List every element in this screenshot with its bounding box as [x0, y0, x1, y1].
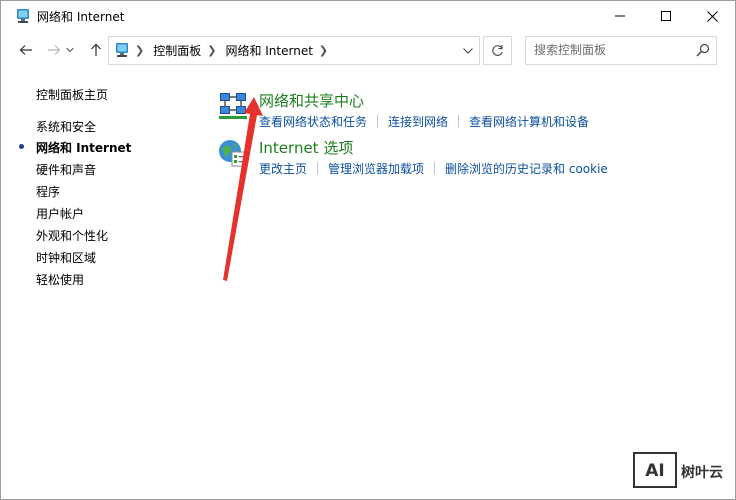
- category-links: 更改主页 管理浏览器加载项 删除浏览的历史记录和 cookie: [259, 160, 608, 177]
- refresh-button[interactable]: [483, 36, 512, 65]
- arrow-up-icon: [91, 43, 101, 56]
- watermark: AI 树叶云: [633, 452, 733, 490]
- arrow-left-icon: [19, 45, 32, 55]
- refresh-icon: [492, 45, 503, 56]
- sidebar-item-programs[interactable]: 程序: [36, 183, 60, 200]
- watermark-logo: AI: [633, 452, 677, 488]
- chevron-down-icon: [463, 47, 473, 54]
- minimize-button[interactable]: [597, 1, 643, 31]
- breadcrumb-item-control-panel[interactable]: 控制面板: [153, 42, 201, 59]
- link-delete-browsing-history[interactable]: 删除浏览的历史记录和 cookie: [445, 160, 608, 177]
- control-panel-icon: [17, 9, 29, 23]
- navigation-bar: ❯ 控制面板 ❯ 网络和 Internet ❯: [1, 35, 735, 65]
- address-dropdown-button[interactable]: [457, 37, 479, 64]
- sidebar-item-ease-of-access[interactable]: 轻松使用: [36, 271, 84, 288]
- category-links: 查看网络状态和任务 连接到网络 查看网络计算机和设备: [259, 113, 589, 130]
- back-button[interactable]: [15, 39, 37, 61]
- active-item-bullet: [19, 144, 24, 149]
- up-button[interactable]: [85, 39, 107, 61]
- link-change-homepage[interactable]: 更改主页: [259, 160, 307, 177]
- breadcrumb-chevron-icon[interactable]: ❯: [319, 44, 328, 57]
- category-title-network-sharing-center[interactable]: 网络和共享中心: [259, 90, 364, 111]
- window-title: 网络和 Internet: [37, 10, 125, 24]
- close-button[interactable]: [689, 1, 735, 31]
- watermark-text: 树叶云: [681, 465, 723, 481]
- arrow-right-icon: [48, 45, 61, 55]
- breadcrumb: ❯ 控制面板 ❯ 网络和 Internet ❯: [135, 37, 337, 64]
- control-panel-icon: [116, 43, 128, 57]
- maximize-button[interactable]: [643, 1, 689, 31]
- address-bar[interactable]: ❯ 控制面板 ❯ 网络和 Internet ❯: [108, 36, 480, 65]
- internet-options-icon: [219, 140, 247, 167]
- recent-locations-button[interactable]: [63, 39, 77, 61]
- chevron-down-icon: [66, 47, 74, 53]
- close-icon: [706, 10, 718, 22]
- watermark-logo-text: AI: [645, 461, 664, 481]
- search-box[interactable]: [525, 36, 717, 65]
- link-connect-to-network[interactable]: 连接到网络: [388, 113, 448, 130]
- sidebar-item-hardware-sound[interactable]: 硬件和声音: [36, 161, 96, 178]
- search-icon[interactable]: [696, 43, 710, 57]
- sidebar-item-user-accounts[interactable]: 用户帐户: [36, 205, 84, 222]
- forward-button[interactable]: [43, 39, 65, 61]
- link-manage-addons[interactable]: 管理浏览器加载项: [328, 160, 424, 177]
- link-divider: [317, 162, 319, 175]
- minimize-icon: [615, 15, 625, 17]
- link-divider: [434, 162, 436, 175]
- sidebar-item-control-panel-home[interactable]: 控制面板主页: [36, 86, 108, 103]
- link-view-network-status[interactable]: 查看网络状态和任务: [259, 113, 367, 130]
- maximize-icon: [661, 11, 671, 21]
- link-divider: [377, 115, 379, 128]
- sidebar-item-clock-region[interactable]: 时钟和区域: [36, 249, 96, 266]
- network-sharing-center-icon: [219, 93, 247, 119]
- breadcrumb-item-network-internet[interactable]: 网络和 Internet: [225, 42, 312, 59]
- search-input[interactable]: [534, 42, 684, 58]
- link-divider: [458, 115, 460, 128]
- sidebar-item-system-security[interactable]: 系统和安全: [36, 118, 96, 135]
- sidebar-item-network-internet[interactable]: 网络和 Internet: [36, 139, 131, 156]
- breadcrumb-chevron-icon[interactable]: ❯: [135, 44, 144, 57]
- breadcrumb-chevron-icon[interactable]: ❯: [207, 44, 216, 57]
- category-title-internet-options[interactable]: Internet 选项: [259, 137, 353, 158]
- control-panel-window: 网络和 Internet ❯ 控制面板 ❯ 网络和 Internet ❯ 搜索控…: [0, 0, 736, 500]
- title-bar[interactable]: 网络和 Internet: [1, 1, 735, 31]
- sidebar-item-appearance[interactable]: 外观和个性化: [36, 227, 108, 244]
- link-view-network-computers[interactable]: 查看网络计算机和设备: [469, 113, 589, 130]
